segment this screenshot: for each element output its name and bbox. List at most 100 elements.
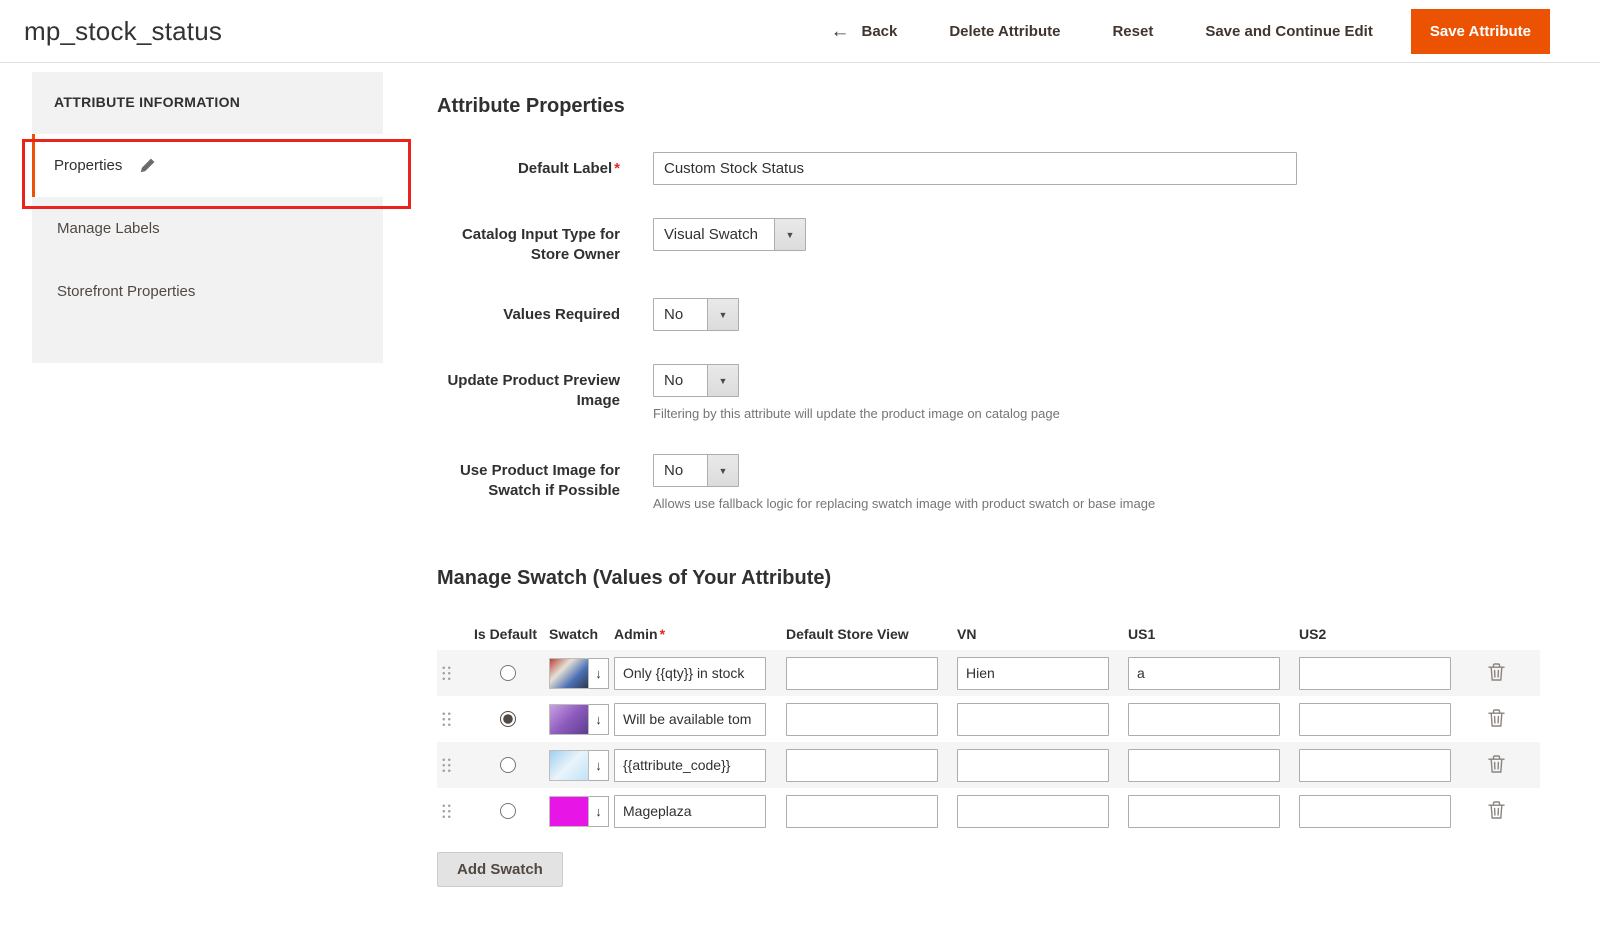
back-button[interactable]: ← Back — [830, 22, 897, 41]
default-store-view-input[interactable] — [786, 703, 938, 736]
column-header-is-default: Is Default — [470, 626, 545, 642]
swatch-upload-arrow-icon[interactable]: ↓ — [589, 658, 609, 689]
swatch-row: ↓ — [437, 696, 1540, 742]
sidebar-item-manage-labels[interactable]: Manage Labels — [32, 197, 383, 260]
trash-icon — [1488, 801, 1505, 822]
us1-input[interactable] — [1128, 749, 1280, 782]
is-default-radio[interactable] — [500, 665, 516, 681]
manage-swatch-title: Manage Swatch (Values of Your Attribute) — [437, 567, 1540, 590]
attribute-properties-title: Attribute Properties — [437, 95, 1540, 118]
page: mp_stock_status ← Back Delete Attribute … — [0, 0, 1600, 938]
default-store-view-input[interactable] — [786, 795, 938, 828]
header-actions: ← Back Delete Attribute Reset Save and C… — [830, 9, 1550, 54]
field-row-update-preview-image: Update Product Preview Image No ▼ Filter… — [437, 364, 1540, 421]
drag-handle[interactable] — [437, 665, 470, 682]
us2-input[interactable] — [1299, 795, 1451, 828]
sidebar-item-label: Properties — [54, 157, 122, 174]
swatch-table-body: ↓ ↓ ↓ ↓ — [437, 650, 1540, 834]
swatch-image[interactable] — [549, 704, 589, 735]
admin-input[interactable] — [614, 795, 766, 828]
swatch-image[interactable] — [549, 750, 589, 781]
back-arrow-icon: ← — [830, 22, 849, 41]
trash-icon — [1488, 755, 1505, 776]
column-header-vn: VN — [953, 626, 1124, 642]
drag-handle[interactable] — [437, 711, 470, 728]
update-preview-image-label: Update Product Preview Image — [437, 364, 620, 421]
swatch-image[interactable] — [549, 658, 589, 689]
us1-input[interactable] — [1128, 657, 1280, 690]
catalog-input-type-select[interactable]: Visual Swatch ▼ — [653, 218, 806, 251]
use-product-image-select[interactable]: No ▼ — [653, 454, 739, 487]
required-asterisk: * — [660, 626, 665, 642]
drag-handle[interactable] — [437, 803, 470, 820]
select-value: Visual Swatch — [654, 219, 774, 250]
catalog-input-type-label: Catalog Input Type for Store Owner — [437, 218, 620, 265]
delete-row-button[interactable] — [1488, 755, 1505, 776]
is-default-radio[interactable] — [500, 711, 516, 727]
swatch-upload-arrow-icon[interactable]: ↓ — [589, 796, 609, 827]
swatch-row: ↓ — [437, 742, 1540, 788]
admin-input[interactable] — [614, 749, 766, 782]
trash-icon — [1488, 709, 1505, 730]
us1-input[interactable] — [1128, 703, 1280, 736]
admin-input[interactable] — [614, 703, 766, 736]
swatch-table: Is Default Swatch Admin* Default Store V… — [437, 618, 1540, 834]
reset-button[interactable]: Reset — [1112, 23, 1153, 40]
swatch-row: ↓ — [437, 788, 1540, 834]
trash-icon — [1488, 663, 1505, 684]
page-header: mp_stock_status ← Back Delete Attribute … — [0, 0, 1600, 63]
chevron-down-icon: ▼ — [707, 455, 738, 486]
required-asterisk: * — [614, 160, 620, 177]
sidebar-item-label: Storefront Properties — [57, 283, 195, 300]
column-header-us1: US1 — [1124, 626, 1295, 642]
vn-input[interactable] — [957, 795, 1109, 828]
sidebar-item-storefront-properties[interactable]: Storefront Properties — [32, 260, 383, 323]
vn-input[interactable] — [957, 657, 1109, 690]
default-store-view-input[interactable] — [786, 749, 938, 782]
column-header-default-store-view: Default Store View — [782, 626, 953, 642]
delete-row-button[interactable] — [1488, 709, 1505, 730]
us1-input[interactable] — [1128, 795, 1280, 828]
drag-handle[interactable] — [437, 757, 470, 774]
back-button-label: Back — [861, 23, 897, 40]
sidebar-item-label: Manage Labels — [57, 220, 160, 237]
values-required-select[interactable]: No ▼ — [653, 298, 739, 331]
field-row-values-required: Values Required No ▼ — [437, 298, 1540, 331]
field-row-default-label: Default Label* — [437, 152, 1540, 185]
default-label-input[interactable] — [653, 152, 1297, 185]
chevron-down-icon: ▼ — [707, 365, 738, 396]
swatch-row: ↓ — [437, 650, 1540, 696]
field-row-use-product-image: Use Product Image for Swatch if Possible… — [437, 454, 1540, 511]
page-title: mp_stock_status — [24, 16, 830, 47]
us2-input[interactable] — [1299, 749, 1451, 782]
sidebar: ATTRIBUTE INFORMATION Properties Manage … — [32, 72, 383, 363]
admin-input[interactable] — [614, 657, 766, 690]
is-default-radio[interactable] — [500, 757, 516, 773]
delete-row-button[interactable] — [1488, 663, 1505, 684]
delete-attribute-button[interactable]: Delete Attribute — [949, 23, 1060, 40]
swatch-upload-arrow-icon[interactable]: ↓ — [589, 704, 609, 735]
save-attribute-button[interactable]: Save Attribute — [1411, 9, 1550, 54]
is-default-radio[interactable] — [500, 803, 516, 819]
select-value: No — [654, 299, 707, 330]
main-content: Attribute Properties Default Label* Cata… — [437, 95, 1540, 887]
update-preview-image-select[interactable]: No ▼ — [653, 364, 739, 397]
field-row-catalog-input-type: Catalog Input Type for Store Owner Visua… — [437, 218, 1540, 265]
us2-input[interactable] — [1299, 703, 1451, 736]
us2-input[interactable] — [1299, 657, 1451, 690]
default-store-view-input[interactable] — [786, 657, 938, 690]
swatch-image[interactable] — [549, 796, 589, 827]
update-preview-image-note: Filtering by this attribute will update … — [653, 406, 1060, 421]
chevron-down-icon: ▼ — [774, 219, 805, 250]
drag-handle-icon — [441, 711, 452, 728]
drag-handle-icon — [441, 665, 452, 682]
add-swatch-button[interactable]: Add Swatch — [437, 852, 563, 887]
vn-input[interactable] — [957, 703, 1109, 736]
values-required-label: Values Required — [437, 298, 620, 331]
save-and-continue-edit-button[interactable]: Save and Continue Edit — [1205, 23, 1373, 40]
delete-row-button[interactable] — [1488, 801, 1505, 822]
sidebar-item-properties[interactable]: Properties — [32, 134, 383, 197]
vn-input[interactable] — [957, 749, 1109, 782]
column-header-us2: US2 — [1295, 626, 1466, 642]
swatch-upload-arrow-icon[interactable]: ↓ — [589, 750, 609, 781]
